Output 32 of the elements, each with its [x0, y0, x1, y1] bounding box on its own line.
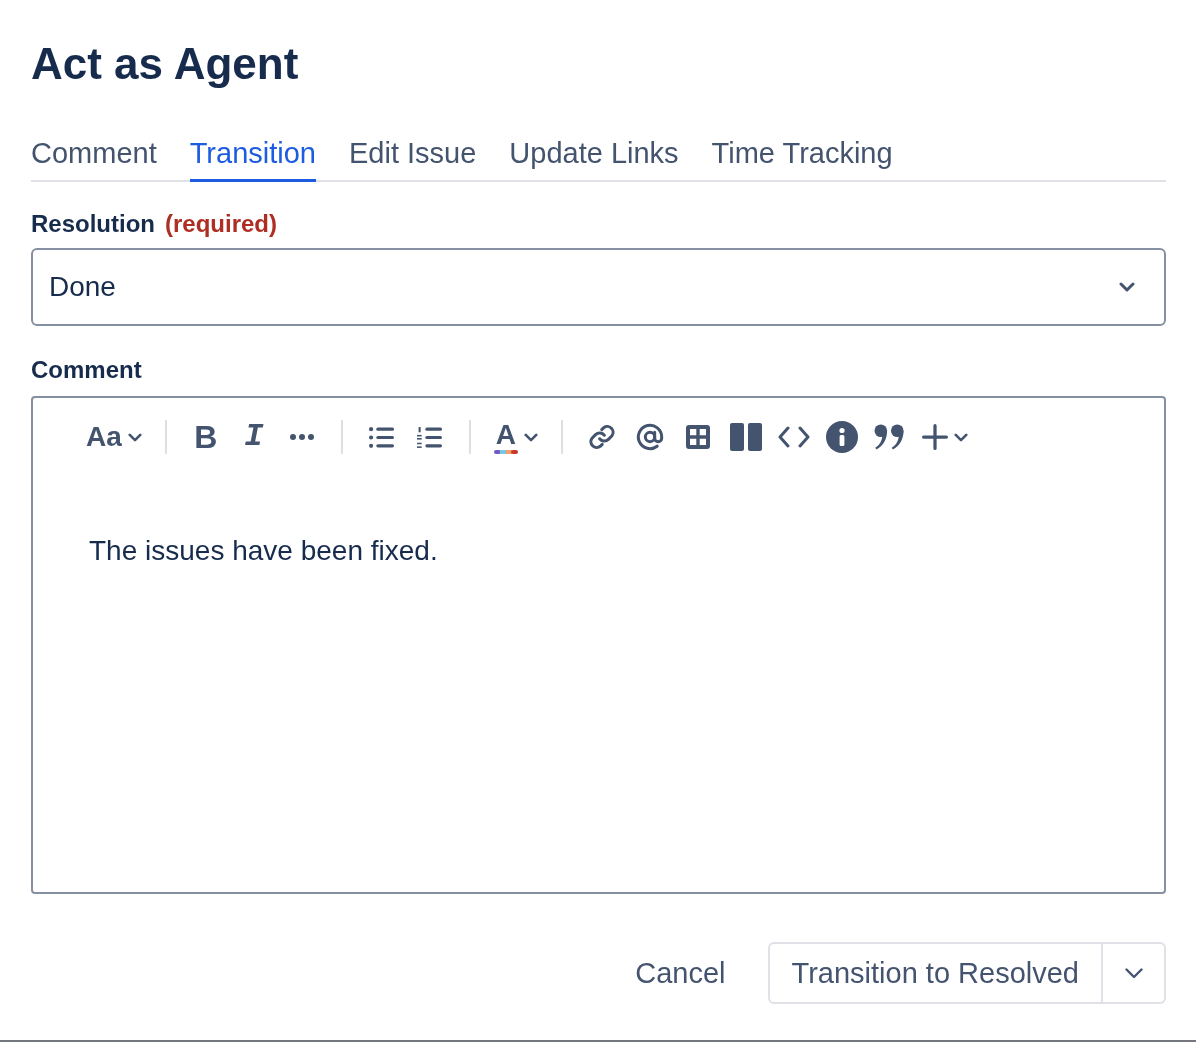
comment-editor[interactable]: Aa B I A The issues have been fixed. [31, 396, 1166, 895]
cancel-button[interactable]: Cancel [619, 942, 742, 1005]
transition-button[interactable]: Transition to Resolved [767, 942, 1103, 1005]
info-icon [825, 421, 858, 454]
field-label: Comment [31, 356, 142, 386]
columns-icon [729, 423, 762, 452]
chevron-down-icon [1119, 282, 1135, 293]
numbered-list-icon [417, 426, 443, 448]
tab[interactable]: Edit Issue [348, 135, 477, 182]
bold-button[interactable]: B [185, 417, 226, 458]
italic-button[interactable]: I [233, 417, 274, 458]
resolution-select[interactable]: Done [31, 248, 1166, 327]
at-sign-icon [635, 423, 664, 452]
tab[interactable]: Comment [31, 135, 157, 182]
code-icon [777, 426, 810, 449]
text-color-button[interactable]: A [489, 417, 542, 458]
quote-icon [874, 424, 906, 451]
plus-icon [921, 424, 948, 451]
tab[interactable]: Time Tracking [711, 135, 893, 182]
tab[interactable]: Update Links [509, 135, 679, 182]
color-strip-icon [493, 449, 518, 454]
chevron-down-icon [1124, 967, 1143, 979]
link-icon [587, 423, 616, 452]
tab[interactable]: Transition [189, 135, 316, 182]
table-icon [685, 425, 710, 450]
bullet-list-icon [369, 426, 395, 448]
ellipsis-icon [289, 434, 314, 441]
field-label: Resolution [31, 209, 155, 239]
comment-text: The issues have been fixed. [89, 534, 438, 569]
required-note: (required) [165, 209, 277, 239]
dialog-title: Act as Agent [31, 38, 299, 90]
text-style-button[interactable]: Aa [82, 417, 146, 458]
